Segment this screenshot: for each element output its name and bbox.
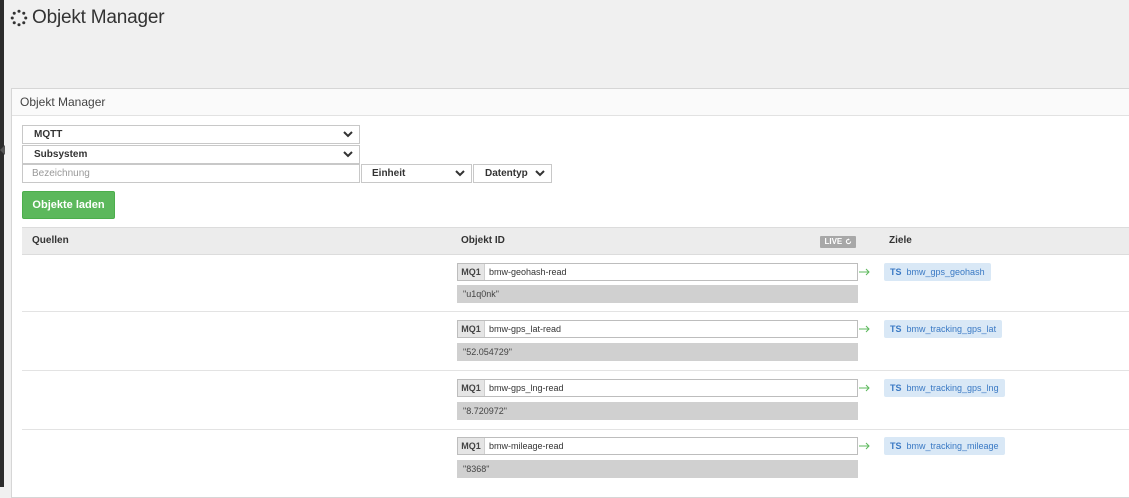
objekt-manager-panel: Objekt Manager MQTT Subsystem Bezeichnun… <box>11 88 1129 498</box>
col-header-targets: Ziele <box>889 235 912 246</box>
einheit-select[interactable]: Einheit <box>361 164 472 183</box>
table-row: MQ1 bmw-mileage-read TS bmw_tracking_mile… <box>22 430 1129 490</box>
arrow-right-icon <box>859 384 870 392</box>
target-tag[interactable]: TS bmw_gps_geohash <box>884 263 991 281</box>
left-edge-strip <box>0 0 4 487</box>
adapter-select[interactable]: MQTT <box>22 125 360 144</box>
table-row: MQ1 bmw-geohash-read TS bmw_gps_geohash "… <box>22 255 1129 312</box>
target-name: bmw_tracking_gps_lat <box>906 324 997 334</box>
target-type: TS <box>890 267 902 277</box>
subsystem-select[interactable]: Subsystem <box>22 145 360 164</box>
chevron-down-icon <box>535 170 545 177</box>
arrow-right-icon <box>859 442 870 450</box>
object-id-field[interactable]: MQ1 bmw-gps_lat-read <box>457 320 858 338</box>
target-name: bmw_tracking_gps_lng <box>906 383 999 393</box>
table-header: Quellen Objekt ID LIVE Ziele <box>22 227 1129 255</box>
collapse-handle-icon[interactable] <box>0 145 5 155</box>
chevron-down-icon <box>343 131 353 138</box>
target-tag[interactable]: TS bmw_tracking_gps_lng <box>884 379 1005 397</box>
object-id-value: bmw-gps_lat-read <box>489 324 562 334</box>
source-tag: MQ1 <box>458 380 485 396</box>
load-objects-button[interactable]: Objekte laden <box>22 191 115 219</box>
object-id-value: bmw-gps_lng-read <box>489 383 564 393</box>
datentyp-select[interactable]: Datentyp <box>473 164 552 183</box>
table-row: MQ1 bmw-gps_lng-read TS bmw_tracking_gps_… <box>22 371 1129 430</box>
target-tag[interactable]: TS bmw_tracking_gps_lat <box>884 320 1003 338</box>
source-tag: MQ1 <box>458 321 485 337</box>
page-title: Objekt Manager <box>32 7 165 28</box>
object-id-field[interactable]: MQ1 bmw-gps_lng-read <box>457 379 858 397</box>
object-id-field[interactable]: MQ1 bmw-mileage-read <box>457 437 858 455</box>
arrow-right-icon <box>859 268 870 276</box>
object-id-value: bmw-mileage-read <box>489 441 564 451</box>
bezeichnung-input[interactable]: Bezeichnung <box>22 164 360 183</box>
object-id-value: bmw-geohash-read <box>489 267 567 277</box>
live-value: "52.054729" <box>457 343 858 361</box>
live-toggle-button[interactable]: LIVE <box>820 236 856 248</box>
source-tag: MQ1 <box>458 264 485 280</box>
source-tag: MQ1 <box>458 438 485 454</box>
target-tag[interactable]: TS bmw_tracking_mileage <box>884 437 1005 455</box>
live-value: "8368" <box>457 460 858 478</box>
datentyp-select-value: Datentyp <box>485 168 528 179</box>
target-type: TS <box>890 441 902 451</box>
live-value: "8.720972" <box>457 402 858 420</box>
col-header-sources: Quellen <box>32 235 69 246</box>
live-value: "u1q0nk" <box>457 285 858 303</box>
einheit-select-value: Einheit <box>372 168 406 179</box>
table-row: MQ1 bmw-gps_lat-read TS bmw_tracking_gps_… <box>22 312 1129 371</box>
spinner-icon <box>10 9 28 27</box>
chevron-down-icon <box>455 170 465 177</box>
object-id-field[interactable]: MQ1 bmw-geohash-read <box>457 263 858 281</box>
col-header-object-id: Objekt ID <box>461 235 505 246</box>
live-badge-label: LIVE <box>824 237 843 246</box>
target-type: TS <box>890 324 902 334</box>
bezeichnung-placeholder: Bezeichnung <box>32 168 90 179</box>
subsystem-select-value: Subsystem <box>34 149 88 160</box>
target-name: bmw_gps_geohash <box>906 267 985 277</box>
panel-heading: Objekt Manager <box>12 89 1129 116</box>
target-type: TS <box>890 383 902 393</box>
page-header: Objekt Manager <box>10 7 165 29</box>
target-name: bmw_tracking_mileage <box>906 441 999 451</box>
refresh-icon <box>845 238 851 245</box>
arrow-right-icon <box>859 325 870 333</box>
chevron-down-icon <box>343 151 353 158</box>
adapter-select-value: MQTT <box>34 129 63 140</box>
